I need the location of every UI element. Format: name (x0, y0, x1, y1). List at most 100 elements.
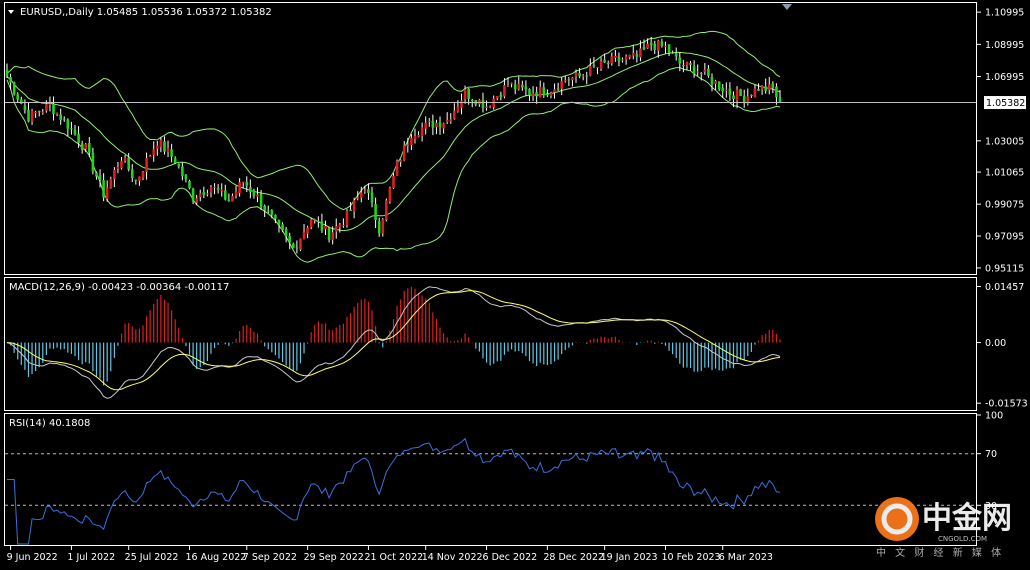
candle-body (292, 243, 295, 249)
candle-body (524, 86, 528, 90)
candle-body (345, 211, 349, 226)
candle-body (510, 83, 513, 85)
candle-body (470, 99, 474, 101)
candle-body (73, 129, 77, 135)
macd-tick-label: 0.01457 (985, 282, 1024, 293)
candle-body (141, 171, 145, 178)
candle-body (546, 94, 549, 95)
candle-body (617, 56, 621, 61)
candle-body (463, 89, 467, 100)
candle-body (184, 174, 188, 180)
time-axis: 9 Jun 2022 1 Jul 2022 25 Jul 2022 16 Aug 20… (7, 546, 773, 563)
candle-body (270, 210, 274, 215)
candle-body (513, 84, 517, 89)
time-tick-label: 6 Dec 2022 (483, 552, 538, 563)
cngold-watermark: 中金网 CNGOLD.COM 中 文 财 经 新 媒 体 (875, 497, 1012, 559)
candle-body (417, 135, 420, 137)
candle-body (721, 87, 724, 92)
candle-body (485, 106, 488, 108)
candle-body (685, 61, 689, 66)
watermark-brand: 中金网 (922, 501, 1012, 536)
candle-body (84, 144, 87, 149)
candle-body (209, 187, 213, 193)
candle-body (660, 41, 664, 46)
candle-body (725, 89, 728, 91)
last-price-tag: 1.05382 (984, 96, 1026, 110)
candle-body (517, 83, 521, 90)
candle-body (399, 160, 402, 162)
candle-body (367, 189, 370, 194)
candle-body (238, 182, 241, 194)
candle-body (406, 144, 410, 146)
candle-body (159, 140, 163, 148)
symbol-dropdown-icon[interactable] (8, 10, 14, 14)
shift-marker-icon[interactable] (782, 4, 792, 10)
time-tick-label: 14 Nov 2022 (422, 552, 483, 563)
candle-body (528, 89, 531, 96)
candle-body (739, 89, 742, 96)
candle-body (299, 238, 302, 250)
candle-body (649, 42, 653, 45)
bollinger-lower-band (6, 67, 781, 263)
candle-body (55, 113, 59, 115)
candle-body (596, 67, 599, 69)
candle-body (216, 188, 220, 191)
candle-body (9, 77, 12, 83)
candle-body (488, 106, 492, 108)
candle-body (349, 209, 352, 211)
candle-body (138, 176, 141, 181)
time-tick-label: 9 Jun 2022 (7, 552, 58, 563)
candle-body (664, 45, 667, 47)
candle-body (764, 86, 767, 91)
last-price-label: 1.05382 (986, 98, 1025, 109)
price-tick-label: 1.06995 (985, 72, 1024, 83)
macd-tick-label: -0.01573 (985, 399, 1028, 410)
candle-body (700, 72, 703, 74)
candle-body (692, 66, 696, 74)
candle-body (195, 198, 198, 203)
candle-body (324, 226, 327, 230)
candle-body (98, 175, 102, 180)
candle-body (331, 232, 334, 240)
candle-body (156, 145, 159, 149)
candle-body (206, 193, 209, 195)
candle-body (123, 157, 127, 161)
candle-body (603, 59, 606, 63)
candle-body (59, 114, 62, 121)
candle-body (639, 48, 642, 58)
candle-body (750, 94, 753, 97)
candle-body (231, 195, 234, 202)
price-tick-label: 0.95115 (985, 263, 1024, 274)
candle-body (667, 44, 671, 53)
time-tick-label: 21 Oct 2022 (364, 552, 423, 563)
candle-body (589, 65, 592, 76)
time-tick-label: 1 Jul 2022 (67, 552, 115, 563)
candle-body (249, 187, 252, 192)
candle-body (442, 123, 445, 129)
candle-body (760, 85, 764, 90)
candle-body (12, 82, 16, 95)
candle-body (621, 59, 624, 61)
candle-body (499, 94, 503, 97)
candle-body (606, 63, 610, 64)
candle-body (413, 136, 417, 140)
time-tick-label: 25 Jul 2022 (125, 552, 179, 563)
rsi-axis: 1007030 (976, 411, 1003, 512)
candle-body (30, 110, 34, 122)
candle-body (163, 141, 166, 152)
candle-body (52, 104, 55, 115)
candle-body (428, 120, 431, 122)
price-panel-frame (4, 2, 977, 275)
candle-body (309, 219, 313, 228)
candle-body (392, 175, 395, 188)
candle-body (381, 219, 385, 234)
candle-body (37, 110, 41, 113)
candle-body (538, 86, 542, 98)
macd-panel-title: MACD(12,26,9) -0.00423 -0.00364 -0.00117 (9, 282, 229, 293)
candle-body (116, 166, 120, 169)
candle-body (449, 119, 453, 122)
candle-body (678, 57, 682, 64)
candle-body (717, 81, 721, 90)
candle-body (127, 157, 130, 170)
candle-body (170, 149, 173, 157)
